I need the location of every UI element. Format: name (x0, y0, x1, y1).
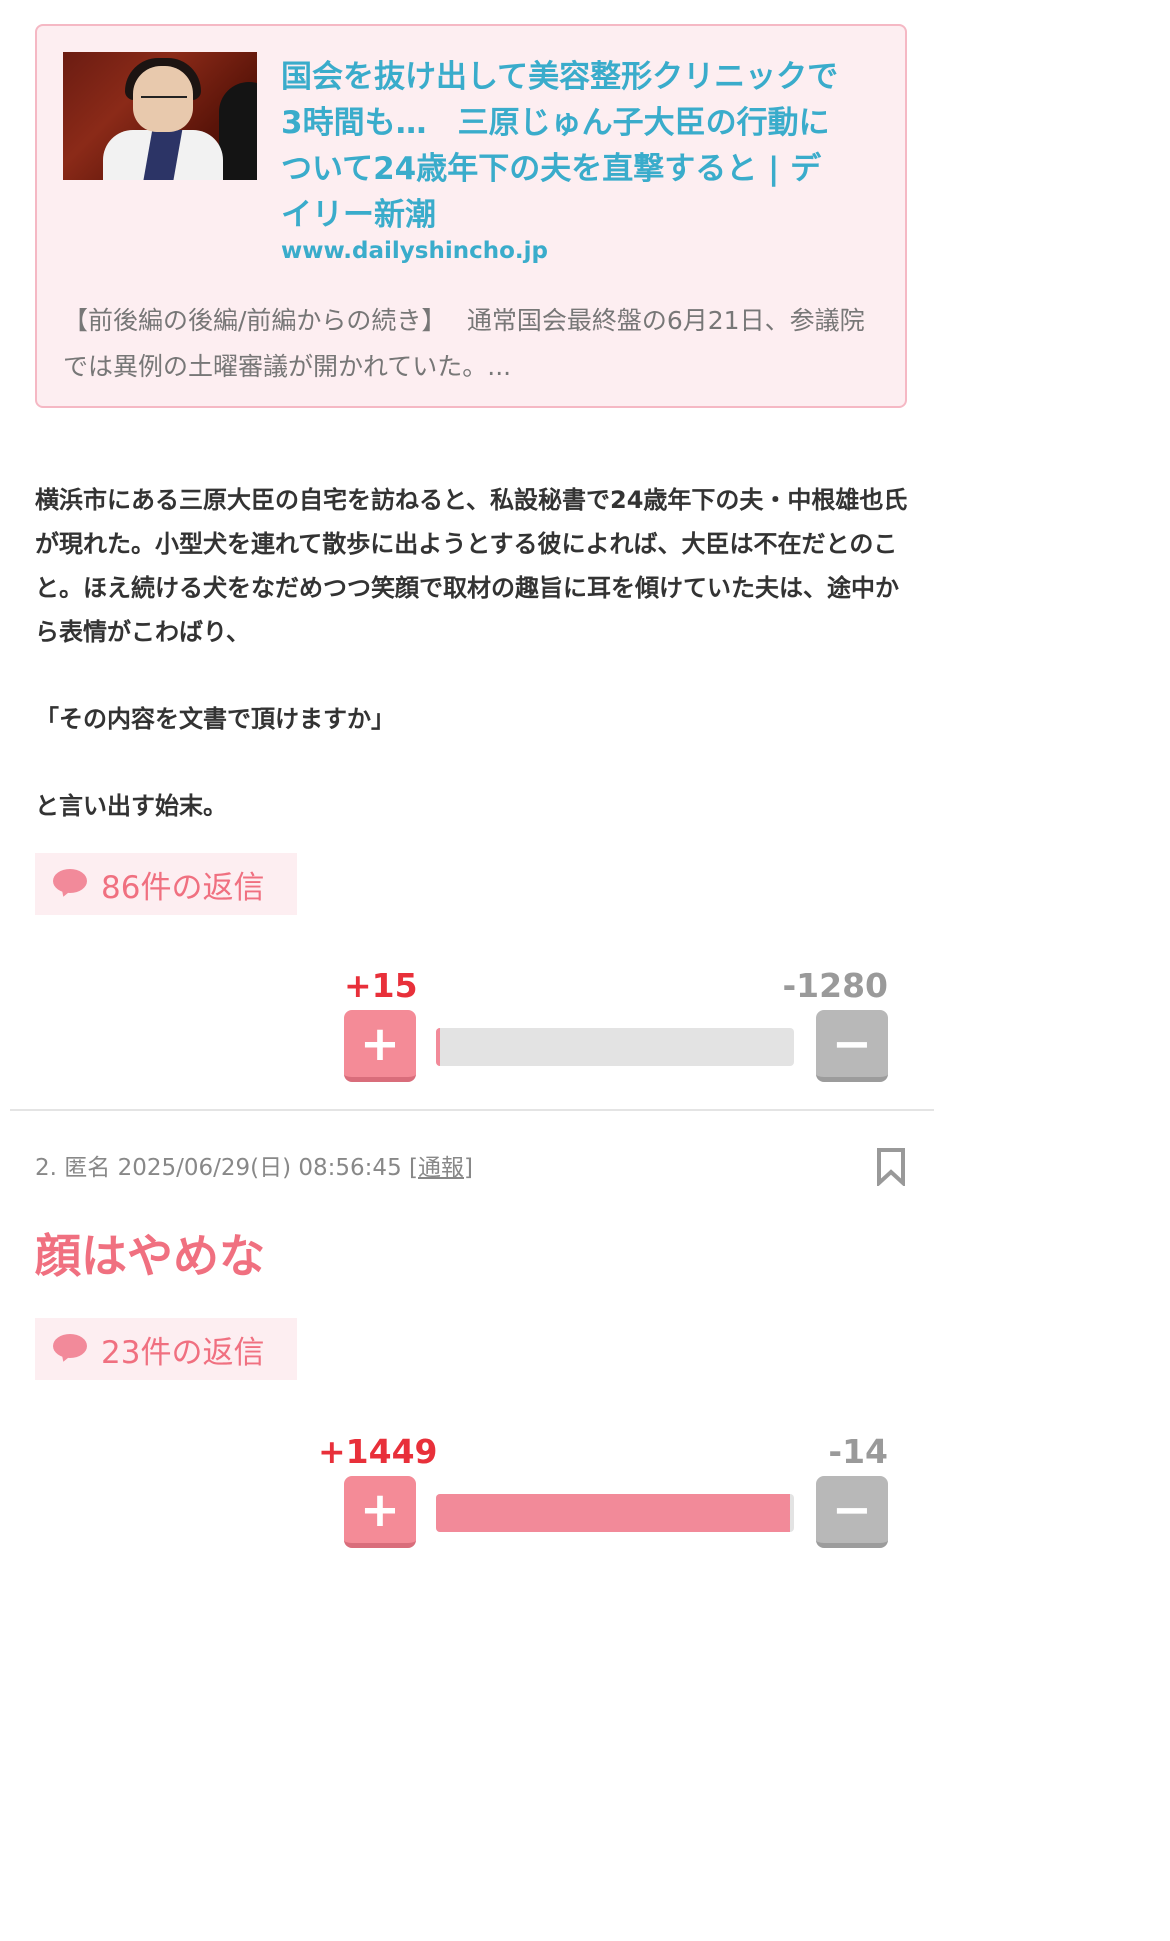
replies-count: 86件の返信 (101, 869, 265, 906)
post-body-paragraph: 横浜市にある三原大臣の自宅を訪ねると、私設秘書で24歳年下の夫・中根雄也氏が現れ… (35, 486, 908, 646)
replies-button[interactable]: 86件の返信 (35, 853, 297, 915)
link-domain[interactable]: www.dailyshincho.jp (281, 238, 548, 264)
minus-vote-count: -1280 (782, 966, 888, 1005)
minus-icon: − (831, 1015, 873, 1072)
page: 国会を抜け出して美容整形クリニックで3時間も… 三原じゅん子大臣の行動について2… (0, 0, 944, 1568)
minus-vote-count: -14 (828, 1432, 888, 1471)
minus-vote-button[interactable]: − (816, 1476, 888, 1548)
plus-vote-button[interactable]: + (344, 1476, 416, 1548)
article-thumbnail[interactable] (63, 52, 257, 180)
vote-ratio-bar (436, 1494, 794, 1532)
link-title[interactable]: 国会を抜け出して美容整形クリニックで3時間も… 三原じゅん子大臣の行動について2… (281, 54, 851, 238)
post-meta: 2. 匿名 2025/06/29(日) 08:56:45 [通報] (35, 1155, 473, 1181)
post-datetime: 2025/06/29(日) 08:56:45 (117, 1155, 402, 1181)
plus-vote-count: +1449 (318, 1432, 438, 1471)
post-body-paragraph: と言い出す始末。 (35, 792, 227, 820)
replies-count: 23件の返信 (101, 1334, 265, 1371)
report-link[interactable]: 通報 (418, 1155, 464, 1181)
post-author: 匿名 (64, 1155, 111, 1181)
plus-icon: + (359, 1015, 401, 1072)
post-body-quote: 「その内容を文書で頂けますか」 (35, 705, 395, 733)
bookmark-icon[interactable] (876, 1148, 906, 1186)
link-description: 【前後編の後編/前編からの続き】 通常国会最終盤の6月21日、参議院では異例の土… (63, 306, 865, 381)
plus-icon: + (359, 1481, 401, 1538)
vote-ratio-fill (436, 1494, 791, 1532)
minus-icon: − (831, 1481, 873, 1538)
post-divider (10, 1109, 934, 1111)
plus-vote-count: +15 (344, 966, 418, 1005)
comment-text: 顔はやめな (35, 1229, 265, 1283)
speech-bubble-icon (53, 1334, 89, 1364)
vote-ratio-bar (436, 1028, 794, 1066)
link-preview-card[interactable]: 国会を抜け出して美容整形クリニックで3時間も… 三原じゅん子大臣の行動について2… (35, 24, 907, 408)
minus-vote-button[interactable]: − (816, 1010, 888, 1082)
vote-ratio-fill (436, 1028, 441, 1066)
vote-widget: +1449 -14 + − (318, 1432, 888, 1552)
replies-button[interactable]: 23件の返信 (35, 1318, 297, 1380)
plus-vote-button[interactable]: + (344, 1010, 416, 1082)
speech-bubble-icon (53, 869, 89, 899)
vote-widget: +15 -1280 + − (344, 966, 888, 1086)
post-number: 2. (35, 1155, 57, 1181)
